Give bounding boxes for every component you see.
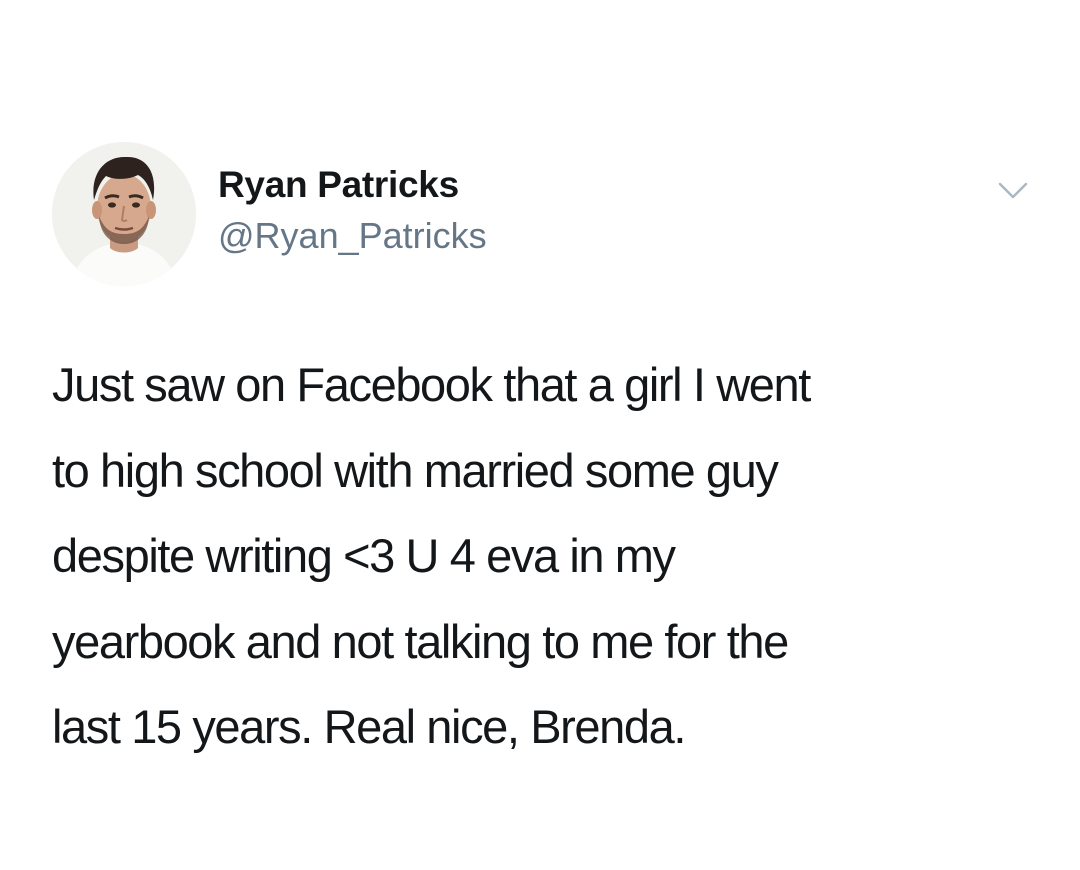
chevron-down-icon (998, 182, 1028, 199)
author-avatar[interactable] (52, 142, 196, 286)
tweet-text: Just saw on Facebook that a girl I went … (52, 358, 811, 753)
tweet-card: Ryan Patricks @Ryan_Patricks Just saw on… (0, 0, 1080, 870)
tweet-menu-button[interactable] (996, 178, 1030, 204)
author-handle[interactable]: @Ryan_Patricks (218, 214, 487, 258)
avatar-photo-icon (52, 142, 196, 286)
author-display-name[interactable]: Ryan Patricks (218, 163, 459, 207)
